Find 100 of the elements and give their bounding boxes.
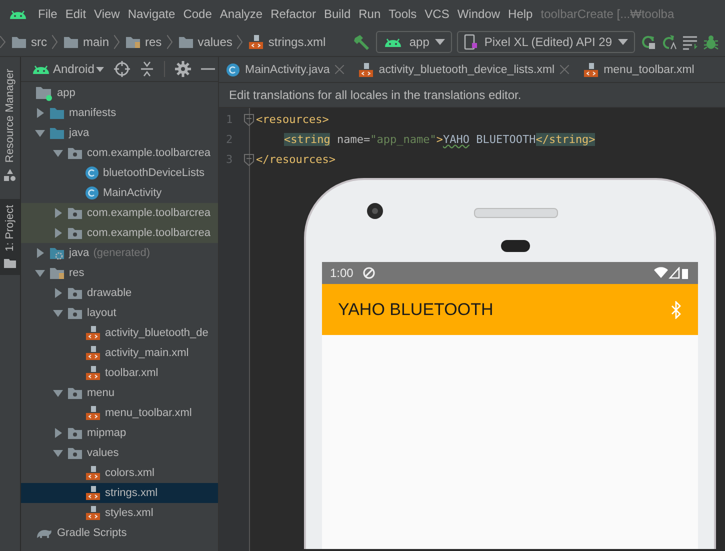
menubar-label[interactable]: Analyze: [216, 7, 267, 21]
code-line: <resources>: [256, 112, 329, 128]
chevron-icon: [166, 35, 173, 49]
fold-marker-icon[interactable]: [244, 114, 254, 126]
menubar-label[interactable]: Build: [320, 7, 355, 21]
menubar-label[interactable]: Edit: [61, 7, 90, 21]
collapsed-arrow-icon[interactable]: [53, 428, 63, 438]
breadcrumb[interactable]: main: [63, 35, 110, 49]
tree-item[interactable]: toolbar.xml: [21, 363, 218, 383]
tool-window-tab[interactable]: Resource Manager: [0, 65, 20, 185]
generated-folder-icon: [49, 246, 65, 260]
class-icon: [226, 62, 240, 76]
settings-icon[interactable]: [175, 61, 192, 77]
chevron-icon: [237, 35, 244, 49]
close-icon[interactable]: [560, 65, 569, 74]
xml-file-icon: [85, 365, 101, 381]
menubar-label[interactable]: Navigate: [124, 7, 180, 21]
tree-item[interactable]: activity_main.xml: [21, 343, 218, 363]
fold-marker-icon[interactable]: [244, 154, 254, 166]
collapsed-arrow-icon[interactable]: [35, 108, 45, 118]
module-dropdown[interactable]: app: [376, 31, 452, 53]
tree-item[interactable]: MainActivity: [21, 183, 218, 203]
notification-text: Edit translations for all locales in the translations editor.: [229, 88, 522, 102]
menubar-label[interactable]: Window: [453, 7, 504, 21]
collapsed-arrow-icon[interactable]: [35, 248, 45, 258]
view-selector[interactable]: Android: [31, 62, 104, 76]
tree-item[interactable]: menu_toolbar.xml: [21, 403, 218, 423]
close-icon[interactable]: [334, 65, 344, 74]
tree-item[interactable]: bluetoothDeviceLists: [21, 163, 218, 183]
tree-item[interactable]: com.example.toolbarcrea: [21, 203, 218, 223]
tree-item[interactable]: colors.xml: [21, 463, 218, 483]
expanded-arrow-icon[interactable]: [35, 128, 45, 138]
collapsed-arrow-icon[interactable]: [53, 228, 63, 238]
tree-item[interactable]: com.example.toolbarcrea: [21, 143, 218, 163]
package-folder-icon: [67, 306, 83, 320]
crosshair-icon[interactable]: [114, 61, 130, 77]
window-title: toolbarCreate [...₩toolba: [540, 7, 674, 21]
tree-item[interactable]: styles.xml: [21, 503, 218, 523]
menubar-label[interactable]: VCS: [420, 7, 454, 21]
tree-item[interactable]: res: [21, 263, 218, 283]
tree-item[interactable]: app: [21, 83, 218, 103]
apply-code-changes-icon[interactable]: [661, 34, 677, 50]
menubar-label[interactable]: Run: [354, 7, 385, 21]
xml-file-icon: [85, 345, 101, 361]
chevron-icon: [0, 36, 6, 48]
collapsed-arrow-icon[interactable]: [53, 208, 63, 218]
tree-item[interactable]: com.example.toolbarcrea: [21, 223, 218, 243]
menubar-label[interactable]: Tools: [384, 7, 421, 21]
menubar-label[interactable]: Help: [504, 7, 537, 21]
class-icon: [85, 166, 99, 180]
tree-item[interactable]: manifests: [21, 103, 218, 123]
tree-item[interactable]: Gradle Scripts: [21, 523, 218, 543]
tree-item[interactable]: strings.xml: [21, 483, 218, 503]
tree-item[interactable]: java: [21, 123, 218, 143]
editor-tab[interactable]: activity_bluetooth_device_lists.xml: [350, 57, 576, 82]
tree-item[interactable]: java (generated): [21, 243, 218, 263]
expanded-arrow-icon[interactable]: [53, 448, 63, 458]
phone-icon: [464, 34, 478, 50]
hammer-icon[interactable]: [353, 33, 372, 51]
expanded-arrow-icon[interactable]: [53, 388, 63, 398]
tree-item[interactable]: menu: [21, 383, 218, 403]
tree-item[interactable]: drawable: [21, 283, 218, 303]
tree-item[interactable]: values: [21, 443, 218, 463]
camera-icon: [366, 202, 384, 220]
apply-changes-icon[interactable]: [640, 34, 656, 50]
sensor: [501, 240, 530, 252]
expanded-arrow-icon[interactable]: [35, 268, 45, 278]
minimize-icon[interactable]: [201, 67, 216, 71]
app-title: YAHO BLUETOOTH: [338, 300, 494, 320]
menubar-label[interactable]: Code: [179, 7, 216, 21]
xml-file-icon: [85, 325, 101, 341]
folder-icon: [63, 35, 79, 49]
chevron-icon: [52, 35, 58, 49]
editor-tab[interactable]: MainActivity.java: [219, 57, 351, 82]
bluetooth-icon[interactable]: [670, 300, 682, 318]
device-dropdown[interactable]: Pixel XL (Edited) API 29: [457, 31, 635, 53]
editor-tab[interactable]: menu_toolbar.xml: [576, 57, 702, 82]
logcat-icon[interactable]: [682, 34, 698, 50]
xml-file-icon: [85, 485, 101, 501]
tree-item[interactable]: activity_bluetooth_de: [21, 323, 218, 343]
collapsed-arrow-icon[interactable]: [53, 288, 63, 298]
menubar-label[interactable]: View: [90, 7, 124, 21]
folder-icon: [178, 35, 194, 49]
code-line: <string name="app_name">YAHO BLUETOOTH</string>: [283, 132, 596, 148]
tree-item[interactable]: mipmap: [21, 423, 218, 443]
menubar-label[interactable]: Refactor: [266, 7, 320, 21]
resource-folder-icon: [125, 35, 142, 49]
tree-item[interactable]: layout: [21, 303, 218, 323]
breadcrumb[interactable]: values: [178, 35, 232, 49]
breadcrumb[interactable]: res: [125, 35, 162, 49]
breadcrumb[interactable]: strings.xml: [248, 34, 326, 50]
package-folder-icon: [67, 446, 83, 460]
package-folder-icon: [67, 206, 83, 220]
menubar-label[interactable]: File: [34, 7, 62, 21]
expanded-arrow-icon[interactable]: [53, 308, 63, 318]
collapse-all-icon[interactable]: [140, 61, 154, 77]
breadcrumb[interactable]: src: [11, 35, 47, 49]
tool-window-tab[interactable]: 1: Project: [0, 198, 20, 276]
bug-icon[interactable]: [703, 34, 719, 50]
expanded-arrow-icon[interactable]: [53, 148, 63, 158]
